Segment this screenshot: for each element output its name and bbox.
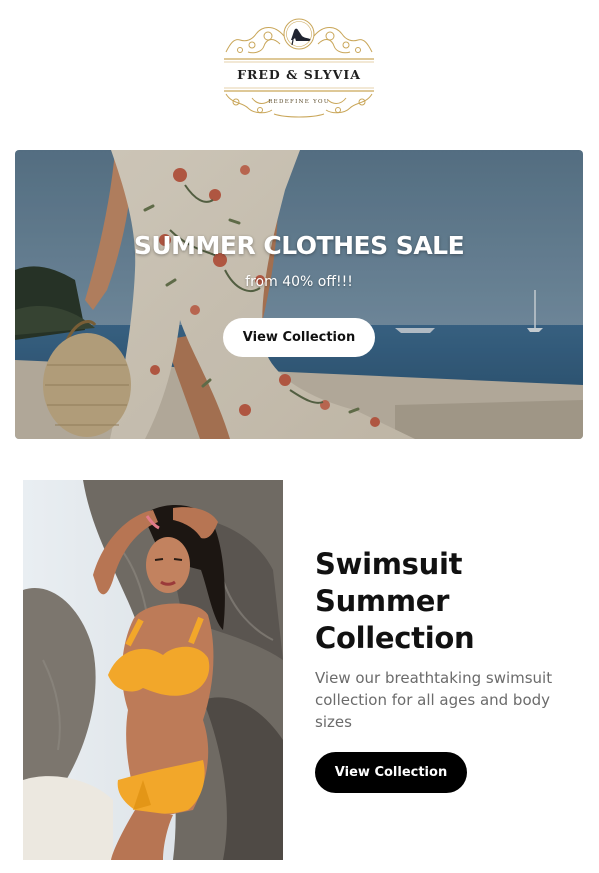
brand-tagline: REDEFINE YOU — [268, 99, 330, 105]
swimsuit-title-line: Collection — [315, 621, 475, 655]
hero-subtitle: from 40% off!!! — [245, 274, 353, 290]
brand-logo[interactable]: FRED & SLYVIA REDEFINE YOU — [222, 14, 376, 120]
swimsuit-title-line: Summer — [315, 584, 450, 618]
brand-name: FRED & SLYVIA — [237, 67, 361, 82]
swimsuit-title-line: Swimsuit — [315, 547, 463, 581]
swimsuit-view-collection-button[interactable]: View Collection — [315, 752, 467, 793]
hero-title: SUMMER CLOTHES SALE — [133, 231, 465, 260]
summer-sale-banner[interactable]: SUMMER CLOTHES SALE from 40% off!!! View… — [15, 150, 583, 439]
beach-dress-photo — [15, 150, 583, 439]
high-heel-shoe-icon — [291, 28, 311, 46]
swimsuit-photo-graphic — [23, 480, 283, 860]
hero-view-collection-button[interactable]: View Collection — [223, 318, 375, 357]
swimsuit-collection-title: Swimsuit Summer Collection — [315, 546, 585, 657]
swimsuit-collection-description: View our breathtaking swimsuit collectio… — [315, 669, 553, 731]
swimsuit-model-photo[interactable] — [23, 480, 283, 860]
